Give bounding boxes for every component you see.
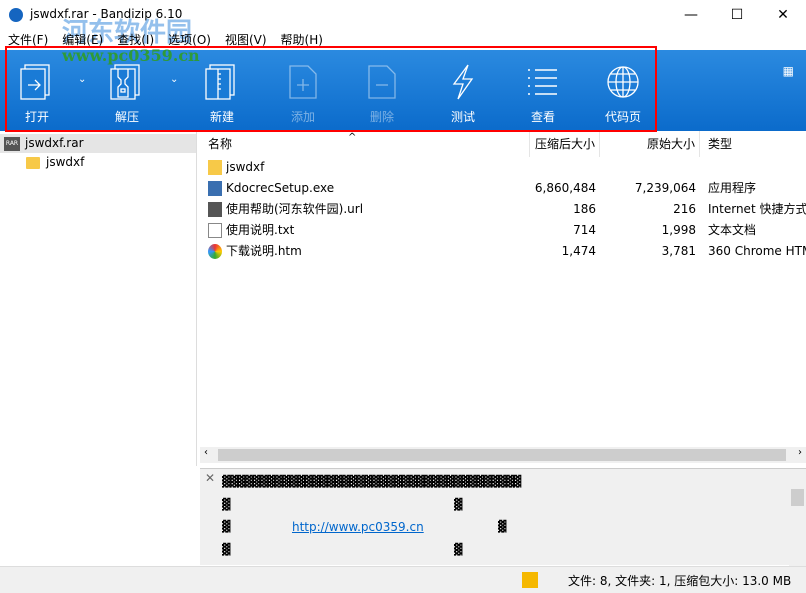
- file-name: jswdxf: [226, 157, 526, 178]
- bandizip-app-icon: [9, 8, 23, 22]
- folder-tree: RAR jswdxf.rar jswdxf: [0, 131, 197, 466]
- file-type: 应用程序: [708, 178, 806, 199]
- folder-icon: [26, 157, 40, 169]
- preview-link[interactable]: http://www.pc0359.cn: [292, 520, 424, 534]
- tree-item-archive[interactable]: RAR jswdxf.rar: [0, 134, 196, 153]
- horizontal-scrollbar[interactable]: ‹ ›: [200, 447, 806, 463]
- file-name: 使用帮助(河东软件园).url: [226, 199, 526, 220]
- close-preview-icon[interactable]: ✕: [205, 471, 215, 485]
- file-list: 名称^ 压缩后大小 原始大小 类型 jswdxfKdocrecSetup.exe…: [200, 131, 806, 447]
- file-type: 文本文档: [708, 220, 806, 241]
- file-row[interactable]: 使用说明.txt7141,998 文本文档: [200, 220, 806, 241]
- preview-text-mark: ▓: [454, 543, 461, 556]
- column-header-original[interactable]: 原始大小: [600, 131, 700, 157]
- file-name: 使用说明.txt: [226, 220, 526, 241]
- file-row[interactable]: KdocrecSetup.exe6,860,4847,239,064 应用程序: [200, 178, 806, 199]
- file-original-size: 3,781: [600, 241, 696, 262]
- preview-text-line: ▓▓▓▓▓▓▓▓▓▓▓▓▓▓▓▓▓▓▓▓▓▓▓▓▓▓▓▓▓▓▓▓▓▓▓▓▓▓▓▓: [222, 475, 520, 488]
- close-button[interactable]: ✕: [760, 0, 806, 30]
- status-text: 文件: 8, 文件夹: 1, 压缩包大小: 13.0 MB: [568, 572, 791, 589]
- preview-text-mark: ▓: [454, 498, 461, 511]
- column-header-type[interactable]: 类型: [700, 131, 806, 157]
- rar-archive-icon: RAR: [4, 137, 20, 151]
- preview-scroll-thumb[interactable]: [791, 489, 804, 506]
- column-header-name[interactable]: 名称^: [200, 131, 530, 157]
- url-icon: [208, 202, 222, 217]
- maximize-button[interactable]: ☐: [714, 0, 760, 30]
- file-row[interactable]: jswdxf: [200, 157, 806, 178]
- chrome-icon: [208, 244, 222, 259]
- file-name: 下载说明.htm: [226, 241, 526, 262]
- preview-vertical-scrollbar[interactable]: [789, 469, 806, 566]
- file-name: KdocrecSetup.exe: [226, 178, 526, 199]
- file-row[interactable]: 下载说明.htm1,4743,781 360 Chrome HTML: [200, 241, 806, 262]
- file-packed-size: 1,474: [530, 241, 596, 262]
- preview-text-mark: ▓: [222, 520, 229, 533]
- scroll-right-icon[interactable]: ›: [798, 447, 802, 458]
- file-packed-size: 6,860,484: [530, 178, 596, 199]
- column-header-packed[interactable]: 压缩后大小: [530, 131, 600, 157]
- preview-text-mark: ▓: [222, 498, 229, 511]
- preview-pane: ✕ ▓▓▓▓▓▓▓▓▓▓▓▓▓▓▓▓▓▓▓▓▓▓▓▓▓▓▓▓▓▓▓▓▓▓▓▓▓▓…: [200, 468, 806, 565]
- file-type: Internet 快捷方式: [708, 199, 806, 220]
- folder-icon: [208, 160, 222, 175]
- archive-folder-icon: [522, 572, 538, 588]
- file-packed-size: 186: [530, 199, 596, 220]
- file-original-size: 1,998: [600, 220, 696, 241]
- status-bar: 文件: 8, 文件夹: 1, 压缩包大小: 13.0 MB: [0, 566, 806, 593]
- file-original-size: 7,239,064: [600, 178, 696, 199]
- horizontal-scroll-thumb[interactable]: [218, 449, 786, 461]
- txt-icon: [208, 223, 222, 238]
- file-original-size: 216: [600, 199, 696, 220]
- minimize-button[interactable]: —: [668, 0, 714, 30]
- preview-text-mark: ▓: [222, 543, 229, 556]
- file-packed-size: 714: [530, 220, 596, 241]
- scroll-left-icon[interactable]: ‹: [204, 447, 208, 458]
- file-row[interactable]: 使用帮助(河东软件园).url186216 Internet 快捷方式: [200, 199, 806, 220]
- exe-icon: [208, 181, 222, 196]
- file-type: 360 Chrome HTML: [708, 241, 806, 262]
- preview-text-mark: ▓: [498, 520, 505, 533]
- layout-grid-icon[interactable]: ▦: [783, 64, 794, 78]
- watermark-url: www.pc0359.cn: [62, 46, 200, 65]
- tree-item-folder[interactable]: jswdxf: [26, 153, 84, 172]
